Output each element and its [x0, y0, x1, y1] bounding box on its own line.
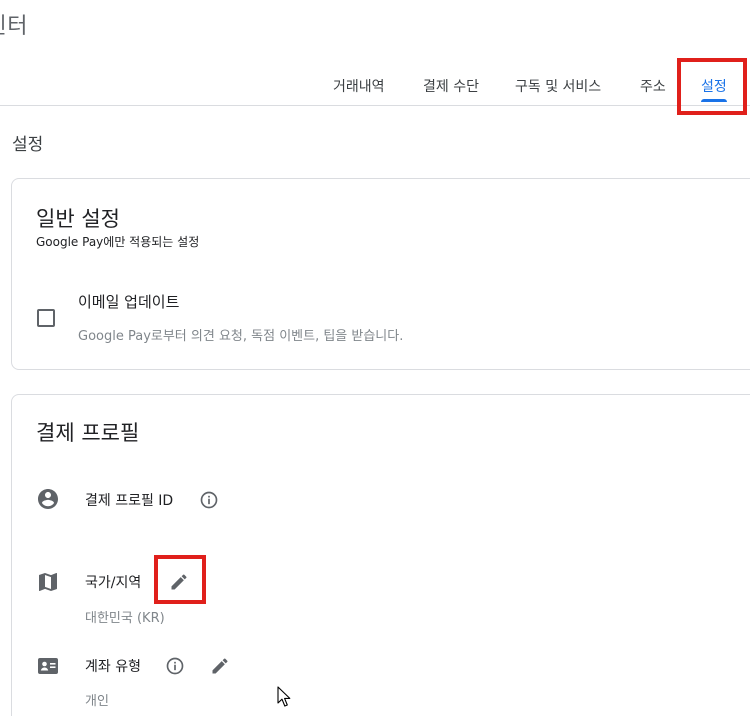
general-settings-subtitle: Google Pay에만 적용되는 설정 [36, 235, 200, 249]
general-settings-heading: 일반 설정 [36, 207, 120, 231]
email-updates-label: 이메일 업데이트 [78, 293, 180, 311]
tab-transactions[interactable]: 거래내역 [333, 76, 385, 96]
contact-card-icon [38, 658, 58, 674]
payment-profile-card: 결제 프로필 결제 프로필 ID 국가/지역 대한민국 (KR) 계좌 유형 개… [11, 394, 750, 716]
payment-profile-heading: 결제 프로필 [36, 421, 140, 445]
account-type-label: 계좌 유형 [85, 659, 141, 675]
payments-settings-page: 센터 거래내역 결제 수단 구독 및 서비스 주소 설정 설정 일반 설정 Go… [0, 0, 750, 716]
section-title: 설정 [12, 135, 44, 155]
mouse-cursor-icon [277, 686, 291, 707]
tab-subscriptions-services[interactable]: 구독 및 서비스 [515, 76, 601, 96]
map-icon [39, 573, 57, 591]
tab-addresses[interactable]: 주소 [640, 76, 666, 96]
tab-bar: 거래내역 결제 수단 구독 및 서비스 주소 설정 [0, 64, 750, 106]
email-updates-checkbox[interactable] [37, 309, 55, 327]
app-title: 센터 [0, 14, 29, 39]
account-type-value: 개인 [85, 694, 109, 709]
tab-payment-methods[interactable]: 결제 수단 [423, 76, 479, 96]
country-label: 국가/지역 [85, 575, 142, 591]
country-value: 대한민국 (KR) [85, 611, 165, 626]
info-icon[interactable] [199, 490, 219, 510]
account-type-info-icon[interactable] [165, 656, 185, 676]
general-settings-card: 일반 설정 Google Pay에만 적용되는 설정 이메일 업데이트 Goog… [11, 178, 750, 370]
tabs-divider [0, 105, 750, 106]
email-updates-description: Google Pay로부터 의견 요청, 독점 이벤트, 팁을 받습니다. [78, 329, 404, 344]
profile-id-label: 결제 프로필 ID [85, 493, 174, 509]
edit-account-type-icon[interactable] [210, 656, 230, 676]
account-circle-icon [38, 489, 58, 509]
highlight-box-settings-tab [677, 58, 747, 115]
highlight-box-edit-country [154, 555, 206, 604]
